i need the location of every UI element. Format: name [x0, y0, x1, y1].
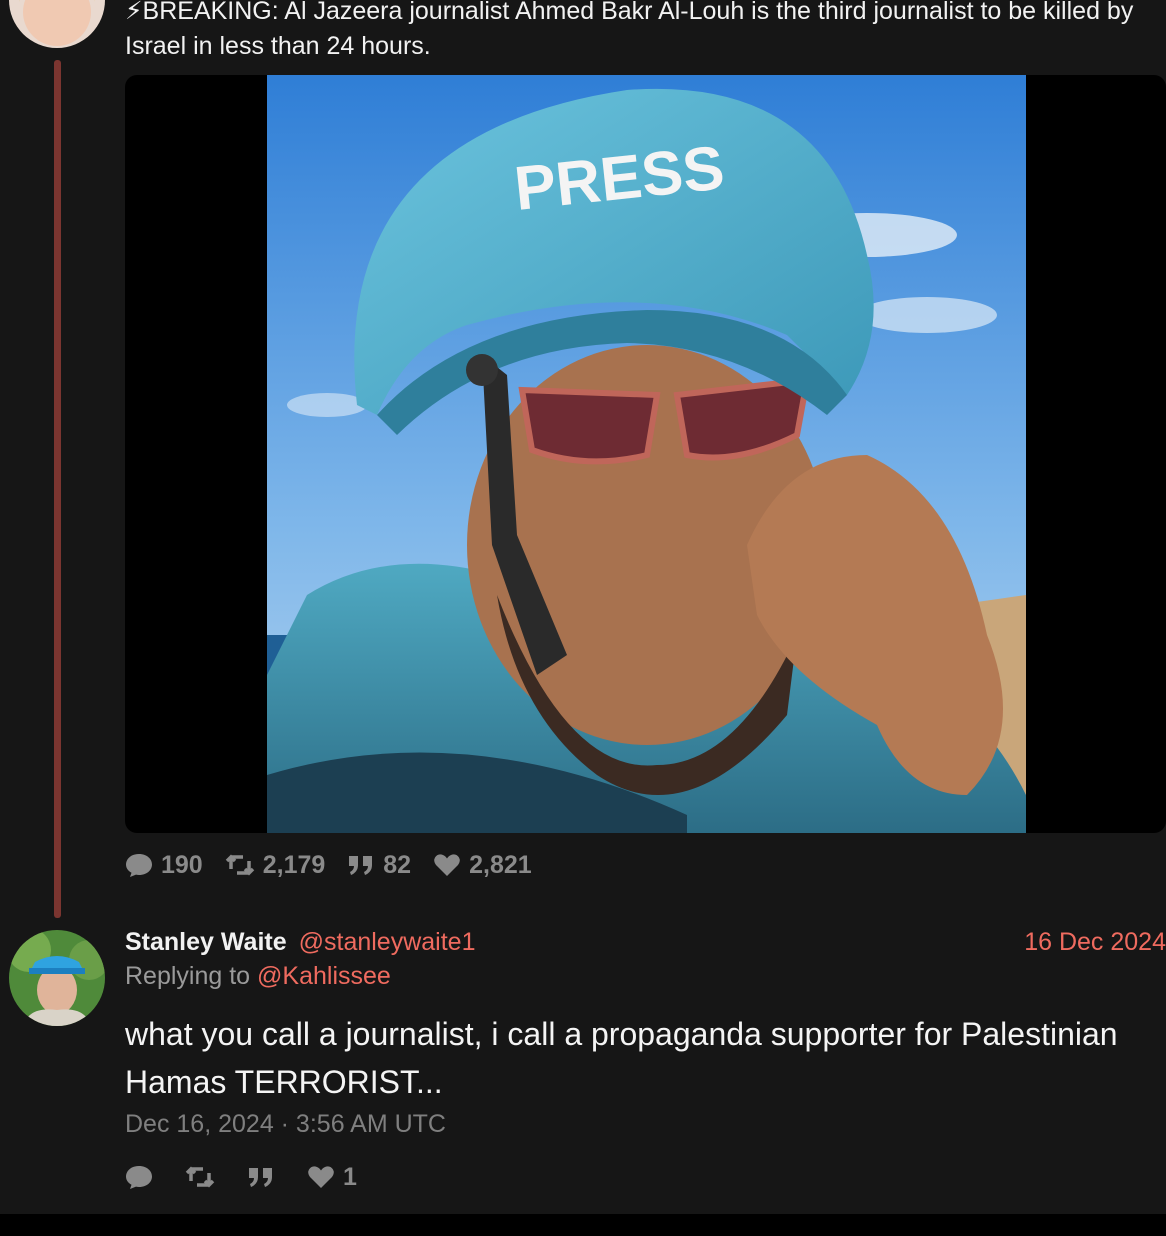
heart-icon	[308, 1166, 334, 1188]
avatar[interactable]	[9, 0, 105, 48]
tweet-media[interactable]: PRESS	[125, 75, 1166, 833]
retweet-stat[interactable]	[185, 1165, 223, 1189]
journalist-photo: PRESS	[267, 75, 1026, 833]
heart-icon	[434, 854, 460, 876]
bottom-divider	[0, 1214, 1166, 1236]
reply-header: Stanley Waite @stanleywaite1 16 Dec 2024	[125, 924, 1166, 960]
replying-to-handle[interactable]: @Kahlissee	[257, 962, 391, 990]
quote-stat[interactable]: 82	[347, 851, 411, 880]
tweet-text: ⚡BREAKING: Al Jazeera journalist Ahmed B…	[125, 0, 1134, 60]
quote-stat[interactable]	[247, 1166, 283, 1188]
thread-line	[54, 60, 61, 918]
comment-icon	[126, 854, 152, 877]
like-count: 2,821	[469, 850, 532, 879]
reply-count: 190	[161, 850, 203, 879]
reply-stat[interactable]	[125, 1164, 161, 1190]
tweet-stats: 190 2,179 82 2,821	[125, 848, 532, 882]
quote-count: 82	[383, 850, 412, 879]
replying-to: Replying to @Kahlissee	[125, 962, 391, 991]
retweet-count: 2,179	[262, 850, 326, 879]
retweet-icon	[225, 854, 254, 876]
retweet-stat[interactable]: 2,179	[225, 850, 326, 880]
like-stat[interactable]: 1	[307, 1163, 357, 1192]
reply-handle[interactable]: @stanleywaite1	[299, 928, 476, 957]
reply-stats: 1	[125, 1160, 357, 1194]
quote-icon	[349, 856, 373, 875]
reply-stat[interactable]: 190	[125, 851, 203, 880]
replying-to-label: Replying to	[125, 962, 251, 990]
comment-icon	[126, 1166, 152, 1189]
retweet-icon	[185, 1166, 215, 1188]
reply-text: what you call a journalist, i call a pro…	[125, 1016, 1118, 1100]
reply-avatar[interactable]	[9, 930, 105, 1026]
reply-date[interactable]: 16 Dec 2024	[1024, 928, 1166, 957]
reply-timestamp[interactable]: Dec 16, 2024 · 3:56 AM UTC	[125, 1110, 446, 1139]
like-count: 1	[343, 1162, 357, 1191]
like-stat[interactable]: 2,821	[433, 851, 532, 880]
reply-display-name[interactable]: Stanley Waite	[125, 928, 287, 957]
quote-icon	[249, 1168, 272, 1187]
